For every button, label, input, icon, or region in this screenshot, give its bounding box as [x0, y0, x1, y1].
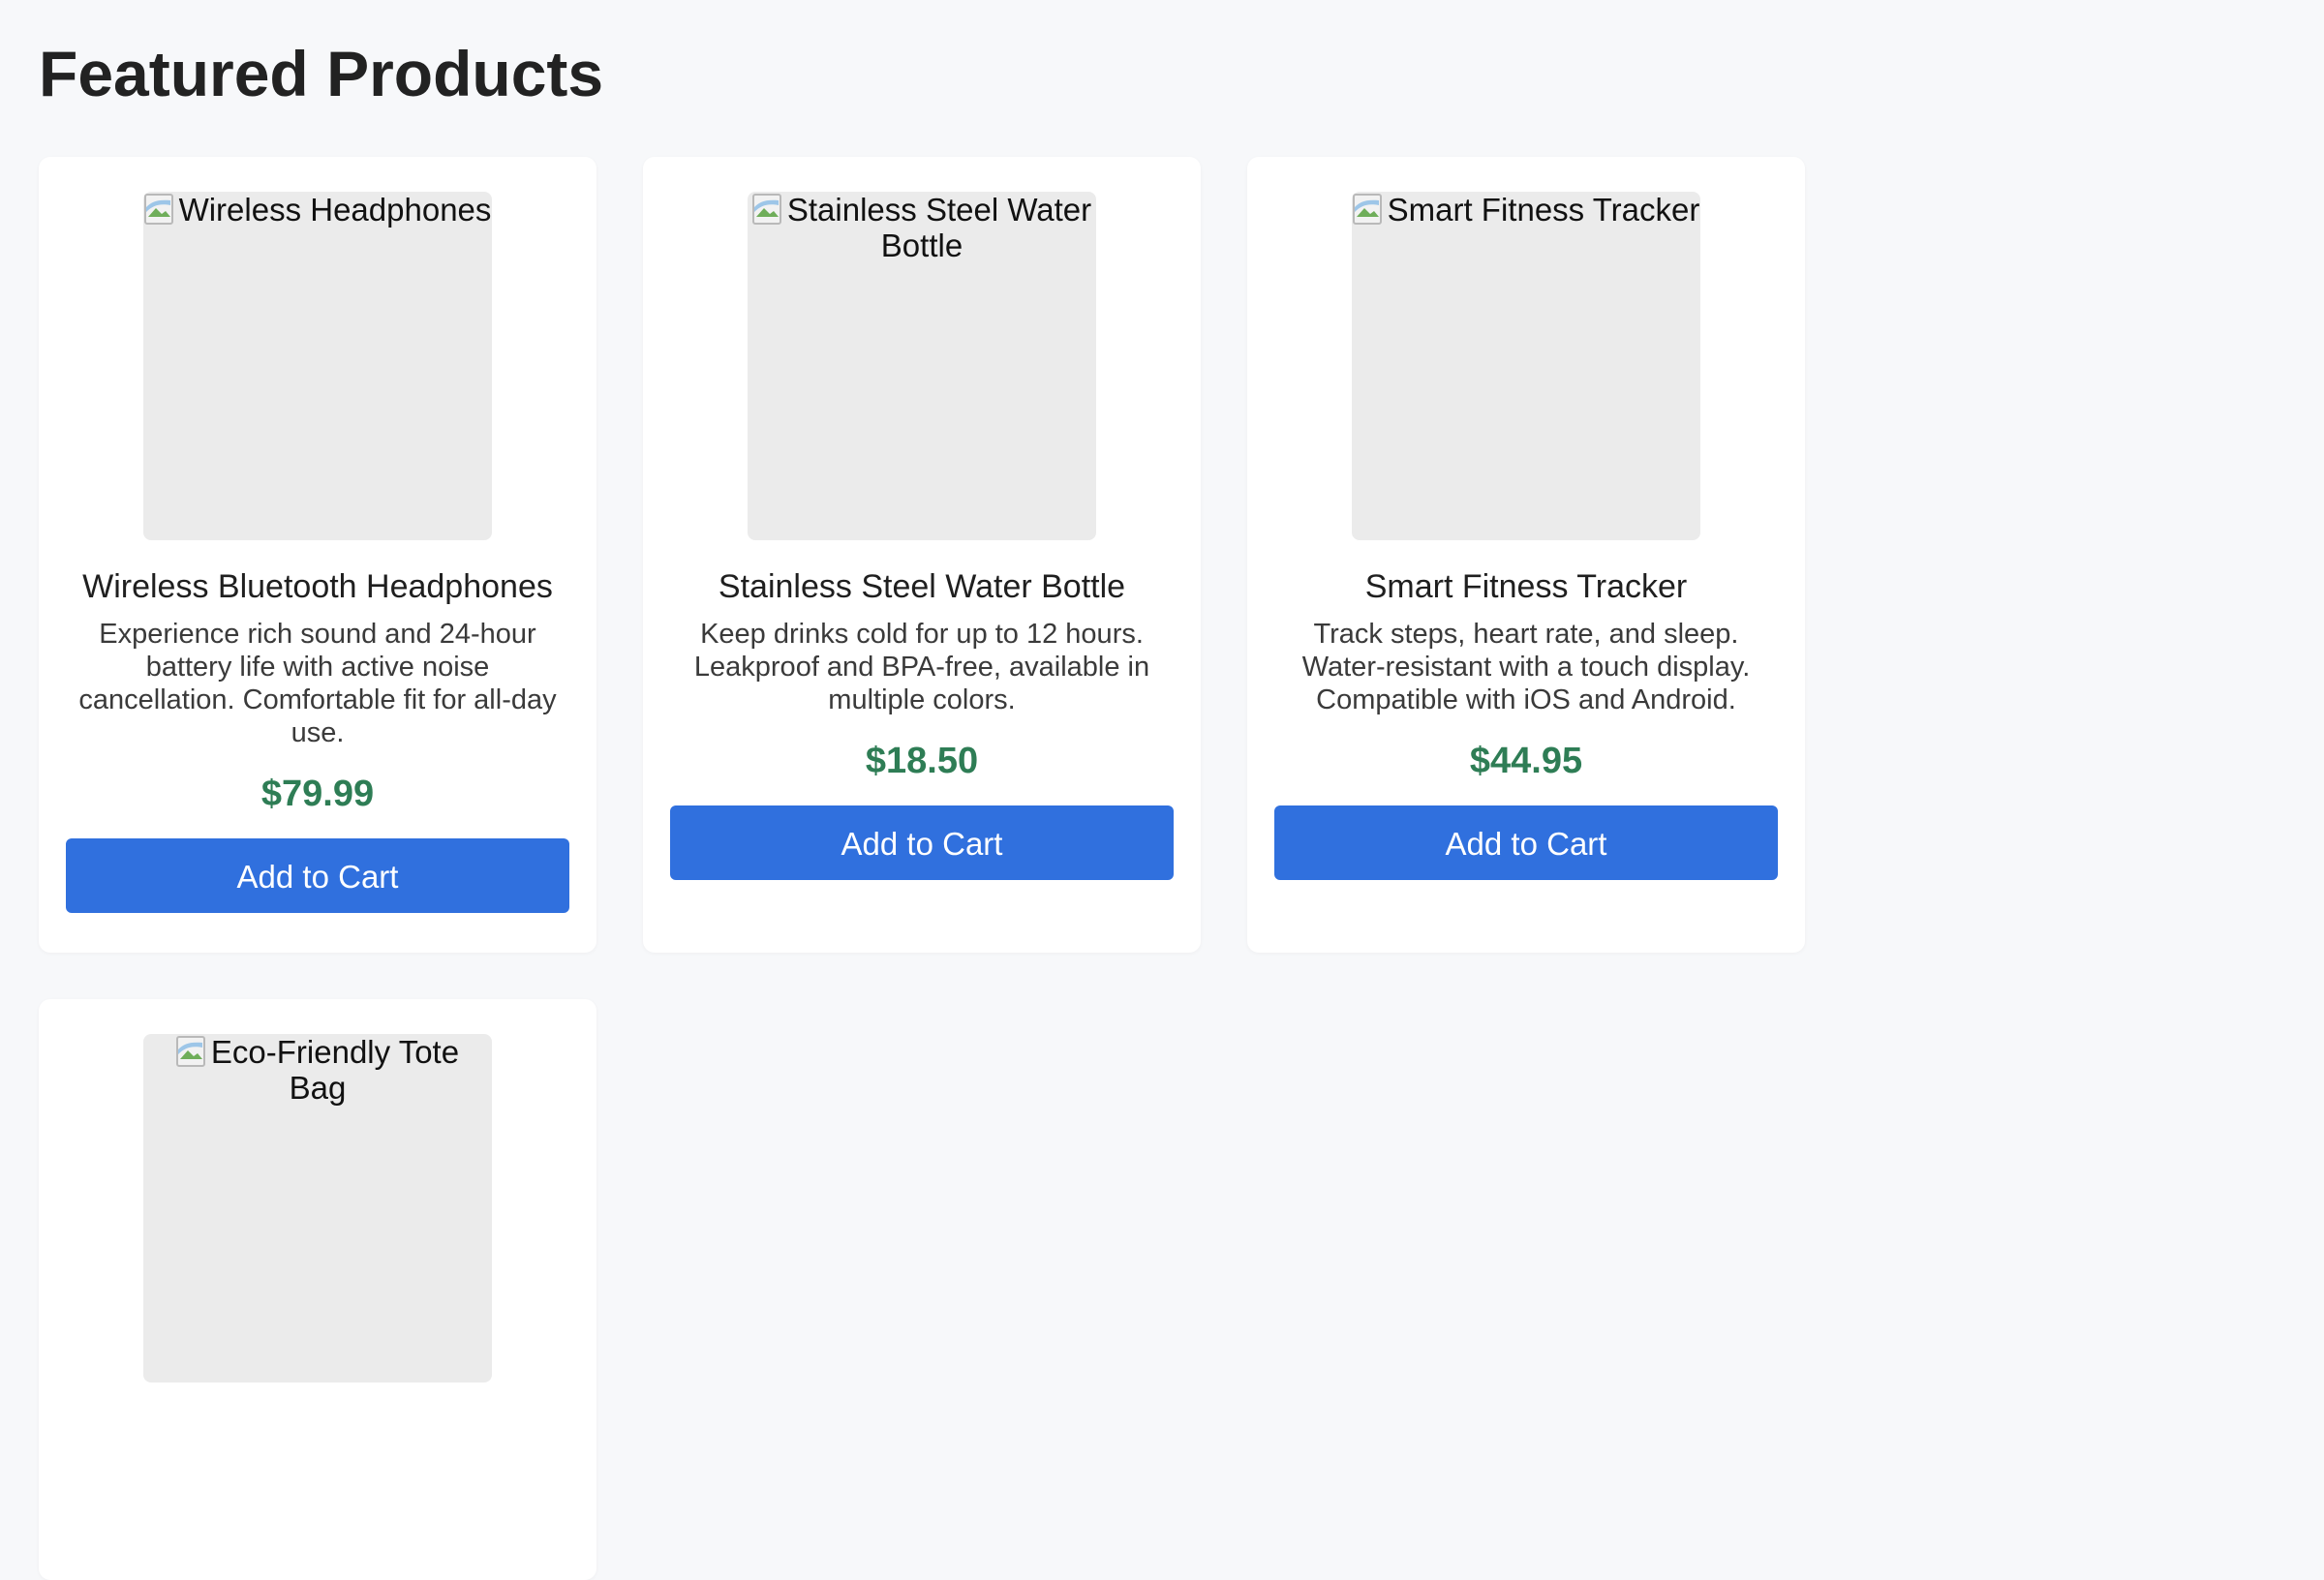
broken-image-icon — [143, 194, 173, 225]
broken-image-icon — [175, 1036, 205, 1067]
product-card: Wireless Headphones Wireless Bluetooth H… — [39, 157, 596, 953]
product-price: $79.99 — [260, 774, 375, 814]
product-description: Keep drinks cold for up to 12 hours. Lea… — [693, 619, 1150, 715]
product-price: $44.95 — [1469, 741, 1583, 781]
page: Featured Products Wireless Headphones Wi… — [0, 0, 2324, 1580]
product-name: Stainless Steel Water Bottle — [718, 568, 1126, 605]
image-alt-text: Wireless Headphones — [178, 192, 492, 228]
product-image: Stainless Steel Water Bottle — [748, 192, 1096, 540]
image-alt-text: Smart Fitness Tracker — [1387, 192, 1700, 228]
product-card: Stainless Steel Water Bottle Stainless S… — [643, 157, 1201, 953]
product-name: Wireless Bluetooth Headphones — [82, 568, 553, 605]
product-image: Eco-Friendly Tote Bag — [143, 1034, 492, 1382]
image-alt-text: Stainless Steel Water Bottle — [786, 192, 1092, 263]
add-to-cart-button[interactable]: Add to Cart — [66, 838, 569, 913]
page-title: Featured Products — [39, 38, 604, 109]
image-alt-text: Eco-Friendly Tote Bag — [210, 1034, 460, 1106]
product-image: Smart Fitness Tracker — [1352, 192, 1700, 540]
add-to-cart-button[interactable]: Add to Cart — [670, 805, 1174, 880]
product-description: Experience rich sound and 24-hour batter… — [78, 619, 557, 748]
product-grid: Wireless Headphones Wireless Bluetooth H… — [39, 157, 1805, 1580]
product-description: Track steps, heart rate, and sleep. Wate… — [1301, 619, 1751, 715]
product-price: $18.50 — [865, 741, 979, 781]
broken-image-icon — [1352, 194, 1382, 225]
product-image: Wireless Headphones — [143, 192, 492, 540]
product-card: Eco-Friendly Tote Bag — [39, 999, 596, 1580]
broken-image-icon — [751, 194, 781, 225]
add-to-cart-button[interactable]: Add to Cart — [1274, 805, 1778, 880]
product-card: Smart Fitness Tracker Smart Fitness Trac… — [1247, 157, 1805, 953]
product-name: Smart Fitness Tracker — [1364, 568, 1688, 605]
